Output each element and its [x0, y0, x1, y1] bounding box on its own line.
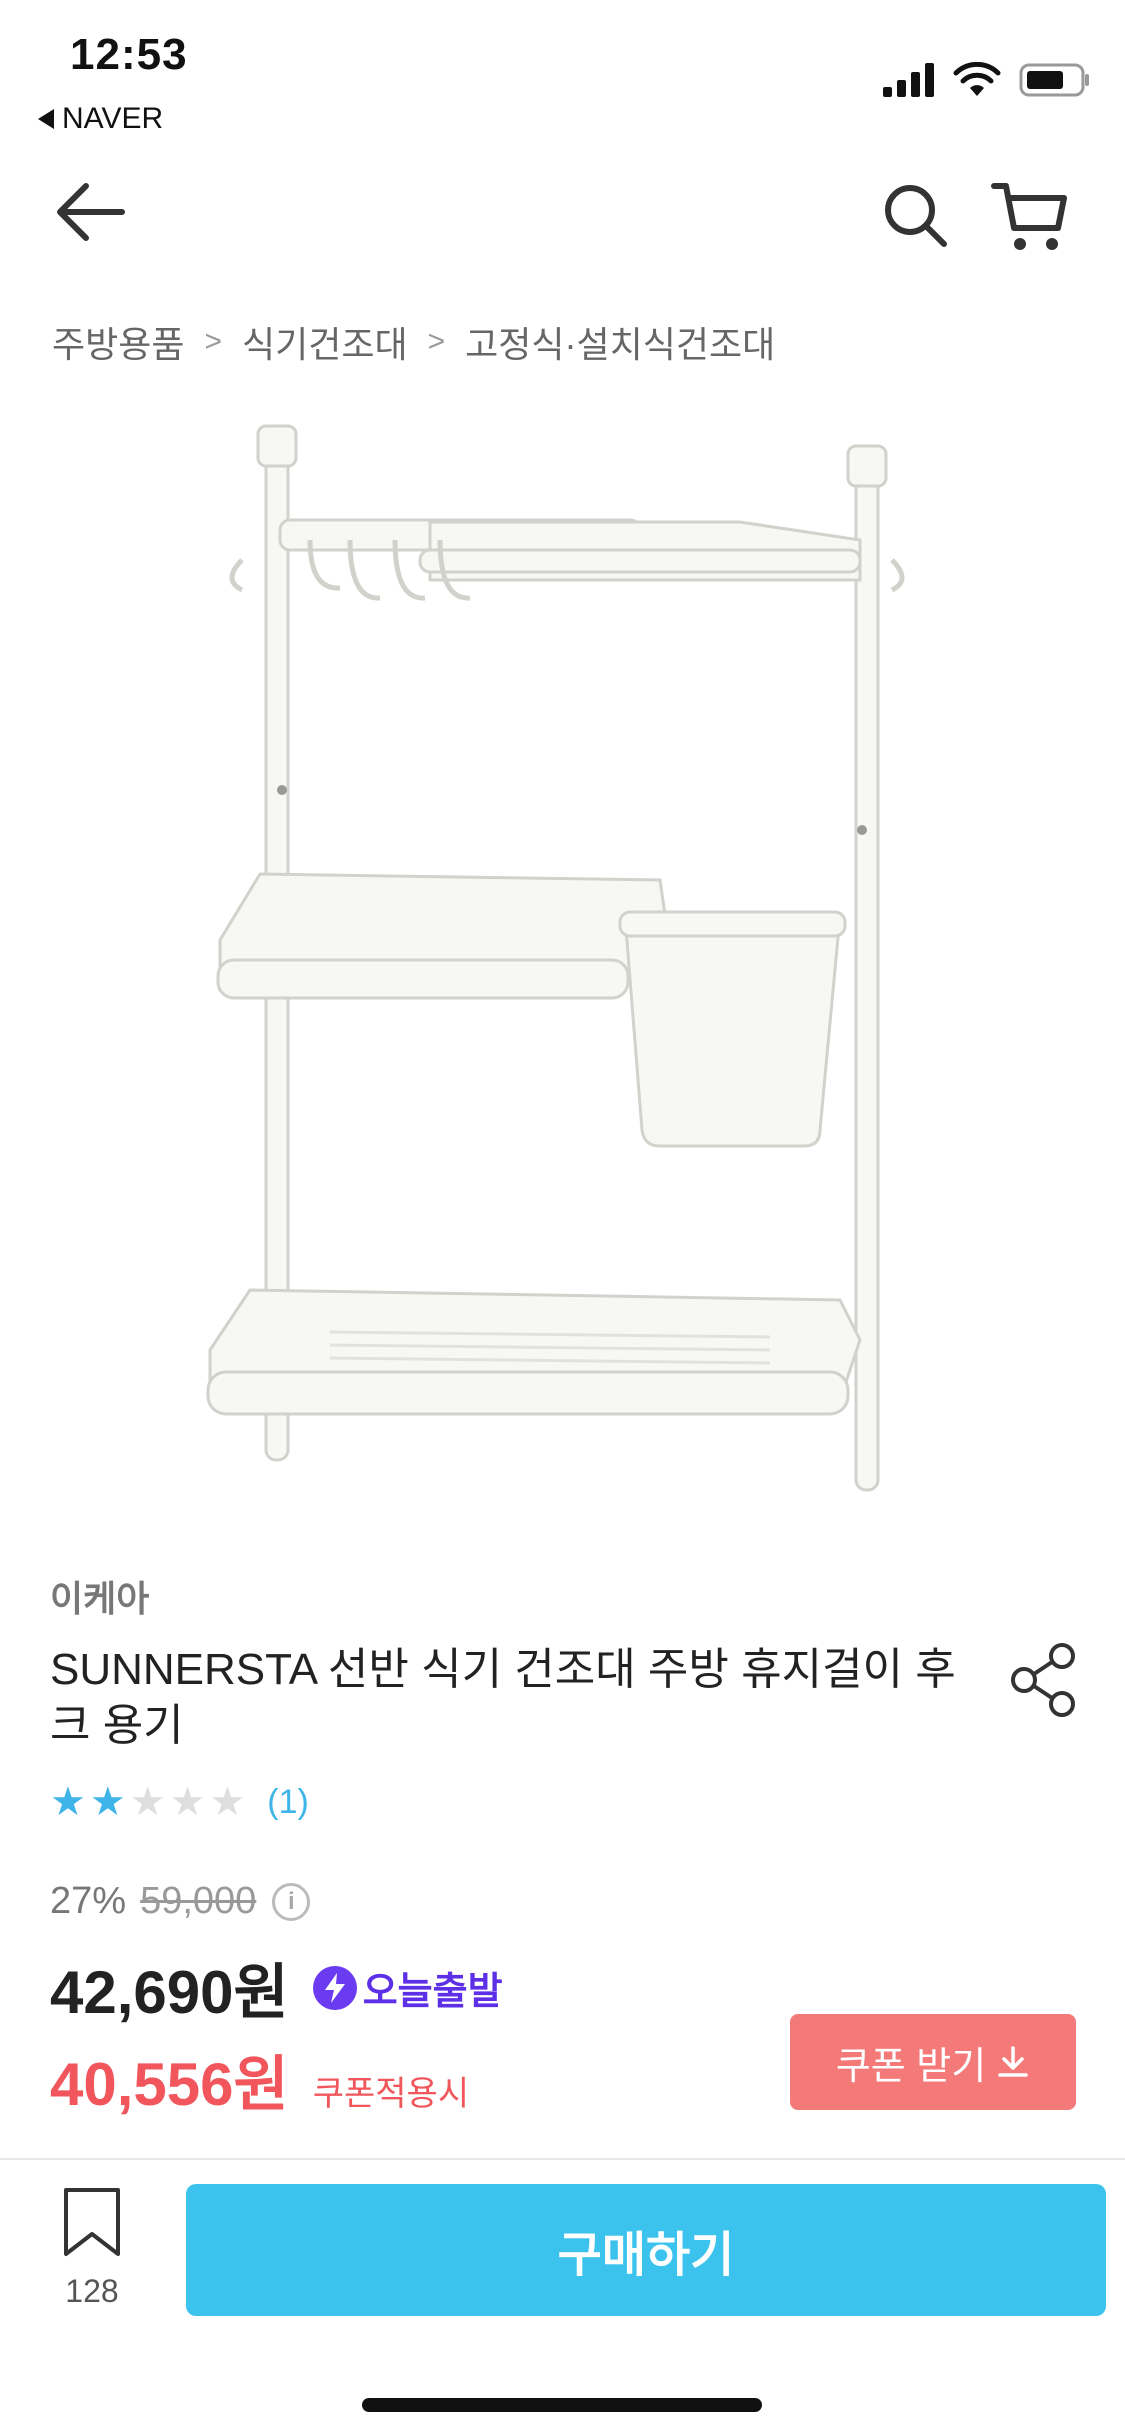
price-row: 42,690원 오늘출발: [50, 1944, 503, 2031]
discount-percent: 27%: [50, 1880, 127, 1922]
download-icon: [998, 2046, 1028, 2077]
bottom-divider: [0, 2158, 1125, 2160]
star-empty-icon: ★: [169, 1780, 206, 1824]
bookmark-count: 128: [65, 2273, 119, 2309]
breadcrumb-item-fixed-rack[interactable]: 고정식·설치식건조대: [465, 316, 775, 368]
search-icon[interactable]: [880, 180, 950, 250]
coupon-price: 40,556원: [50, 2051, 289, 2118]
back-arrow-icon[interactable]: [50, 172, 130, 252]
star-empty-icon: ★: [209, 1780, 246, 1824]
back-triangle-icon: [38, 109, 54, 129]
cart-icon[interactable]: [990, 180, 1070, 254]
discount-row: 27% 59,000 i: [50, 1880, 311, 1923]
signal-icon: [883, 63, 934, 97]
wifi-icon: [953, 62, 1001, 96]
back-to-app-link[interactable]: NAVER: [38, 102, 163, 136]
today-shipping-badge: 오늘출발: [312, 1960, 503, 2015]
bookmark-icon: [64, 2188, 120, 2256]
product-image[interactable]: [180, 410, 940, 1520]
star-empty-icon: ★: [129, 1780, 166, 1824]
brand-name[interactable]: 이케아: [50, 1570, 149, 1622]
coupon-price-row: 40,556원 쿠폰적용시: [50, 2036, 469, 2123]
coupon-note: 쿠폰적용시: [312, 2075, 470, 2113]
breadcrumb-item-dish-rack[interactable]: 식기건조대: [242, 316, 408, 368]
breadcrumb-item-kitchen[interactable]: 주방용품: [52, 316, 184, 368]
get-coupon-button[interactable]: 쿠폰 받기: [790, 2014, 1076, 2110]
back-app-label: NAVER: [62, 102, 164, 135]
status-time: 12:53: [70, 30, 188, 79]
buy-button[interactable]: 구매하기: [186, 2184, 1106, 2316]
breadcrumb: 주방용품 > 식기건조대 > 고정식·설치식건조대: [52, 316, 775, 368]
review-count[interactable]: (1): [267, 1783, 309, 1822]
battery-icon: [1019, 63, 1089, 97]
rating[interactable]: ★ ★ ★ ★ ★ (1): [50, 1782, 309, 1822]
product-title: SUNNERSTA 선반 식기 건조대 주방 휴지걸이 후크 용기: [50, 1645, 956, 1750]
share-icon[interactable]: [1008, 1642, 1078, 1718]
get-coupon-label: 쿠폰 받기: [835, 2045, 987, 2088]
star-filled-icon: ★: [89, 1780, 126, 1824]
info-icon[interactable]: i: [272, 1882, 311, 1921]
chevron-right-icon: >: [427, 325, 446, 358]
lightning-icon: [312, 1965, 357, 2010]
bookmark-button[interactable]: 128: [50, 2186, 134, 2310]
star-filled-icon: ★: [50, 1780, 86, 1824]
today-shipping-label: 오늘출발: [362, 1971, 503, 2013]
status-icons: [883, 62, 1091, 98]
home-indicator[interactable]: [362, 2398, 762, 2412]
sale-price: 42,690원: [50, 1959, 289, 2026]
chevron-right-icon: >: [204, 325, 223, 358]
original-price: 59,000: [140, 1880, 257, 1922]
